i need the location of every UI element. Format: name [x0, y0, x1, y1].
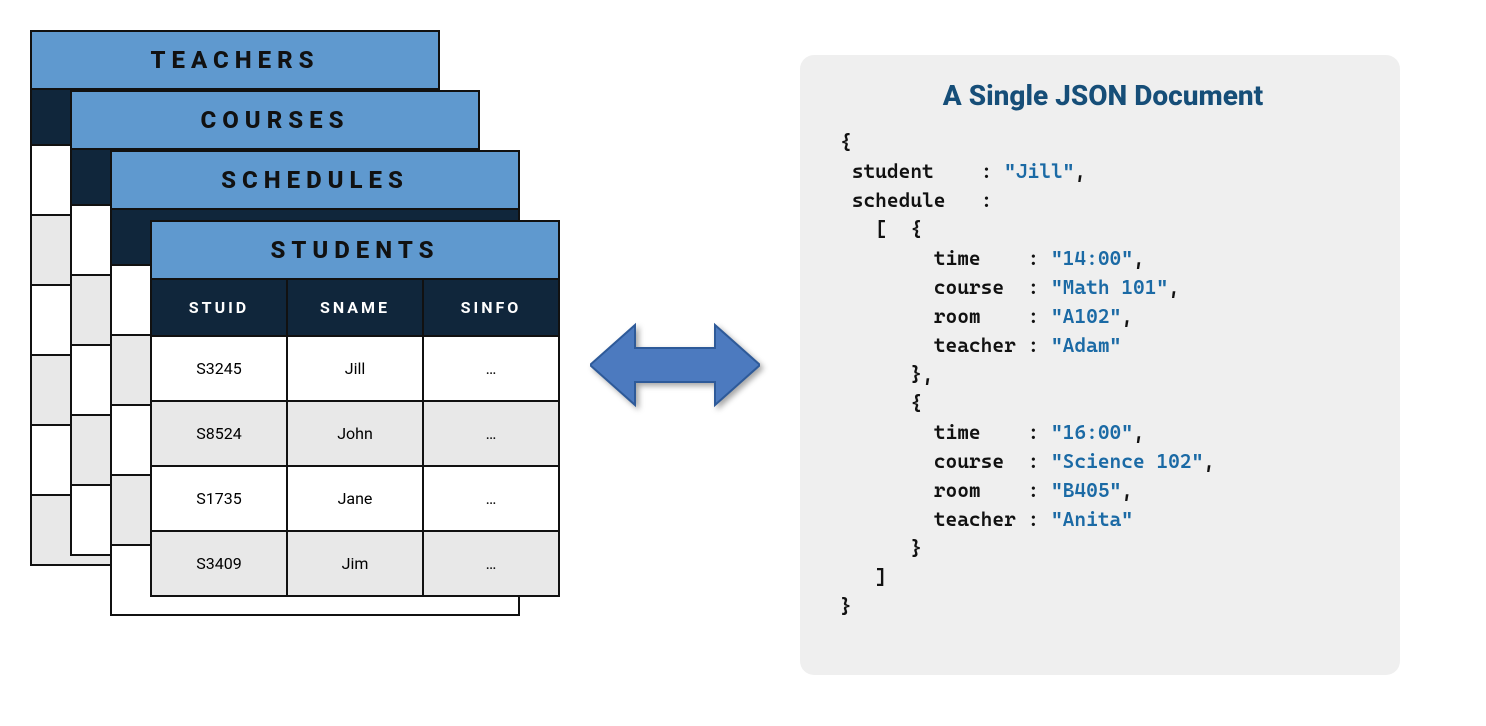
table-cell: … [424, 337, 558, 400]
table-students-columns: STUID SNAME SINFO [152, 280, 558, 335]
table-col-header: STUID [152, 280, 288, 335]
table-cell: … [424, 467, 558, 530]
table-cell: Jim [288, 532, 424, 595]
table-cell: Jill [288, 337, 424, 400]
json-document-panel: A Single JSON Document { student : "Jill… [800, 55, 1400, 675]
table-schedules-title: SCHEDULES [112, 152, 518, 210]
table-students-title: STUDENTS [152, 222, 558, 280]
table-teachers-title: TEACHERS [32, 32, 438, 90]
table-cell: S1735 [152, 467, 288, 530]
table-cell: S3245 [152, 337, 288, 400]
table-col-header: SINFO [424, 280, 558, 335]
table-cell: S3409 [152, 532, 288, 595]
table-row: S1735 Jane … [152, 465, 558, 530]
json-code-block: { student : "Jill", schedule : [ { time … [840, 128, 1366, 621]
diagram-root: TEACHERS COURSES SCHEDULES STUDENTS STUI… [0, 0, 1486, 726]
table-row: S3409 Jim … [152, 530, 558, 595]
table-cell: … [424, 402, 558, 465]
table-cell: Jane [288, 467, 424, 530]
bidirectional-arrow-icon [590, 320, 760, 410]
table-students: STUDENTS STUID SNAME SINFO S3245 Jill … … [150, 220, 560, 597]
relational-tables-stack: TEACHERS COURSES SCHEDULES STUDENTS STUI… [30, 30, 550, 700]
table-cell: … [424, 532, 558, 595]
table-courses-title: COURSES [72, 92, 478, 150]
table-row: S3245 Jill … [152, 335, 558, 400]
table-cell: John [288, 402, 424, 465]
table-row: S8524 John … [152, 400, 558, 465]
json-panel-title: A Single JSON Document [840, 79, 1366, 112]
table-students-rows: S3245 Jill … S8524 John … S1735 Jane … S… [152, 335, 558, 595]
table-col-header: SNAME [288, 280, 424, 335]
table-cell: S8524 [152, 402, 288, 465]
